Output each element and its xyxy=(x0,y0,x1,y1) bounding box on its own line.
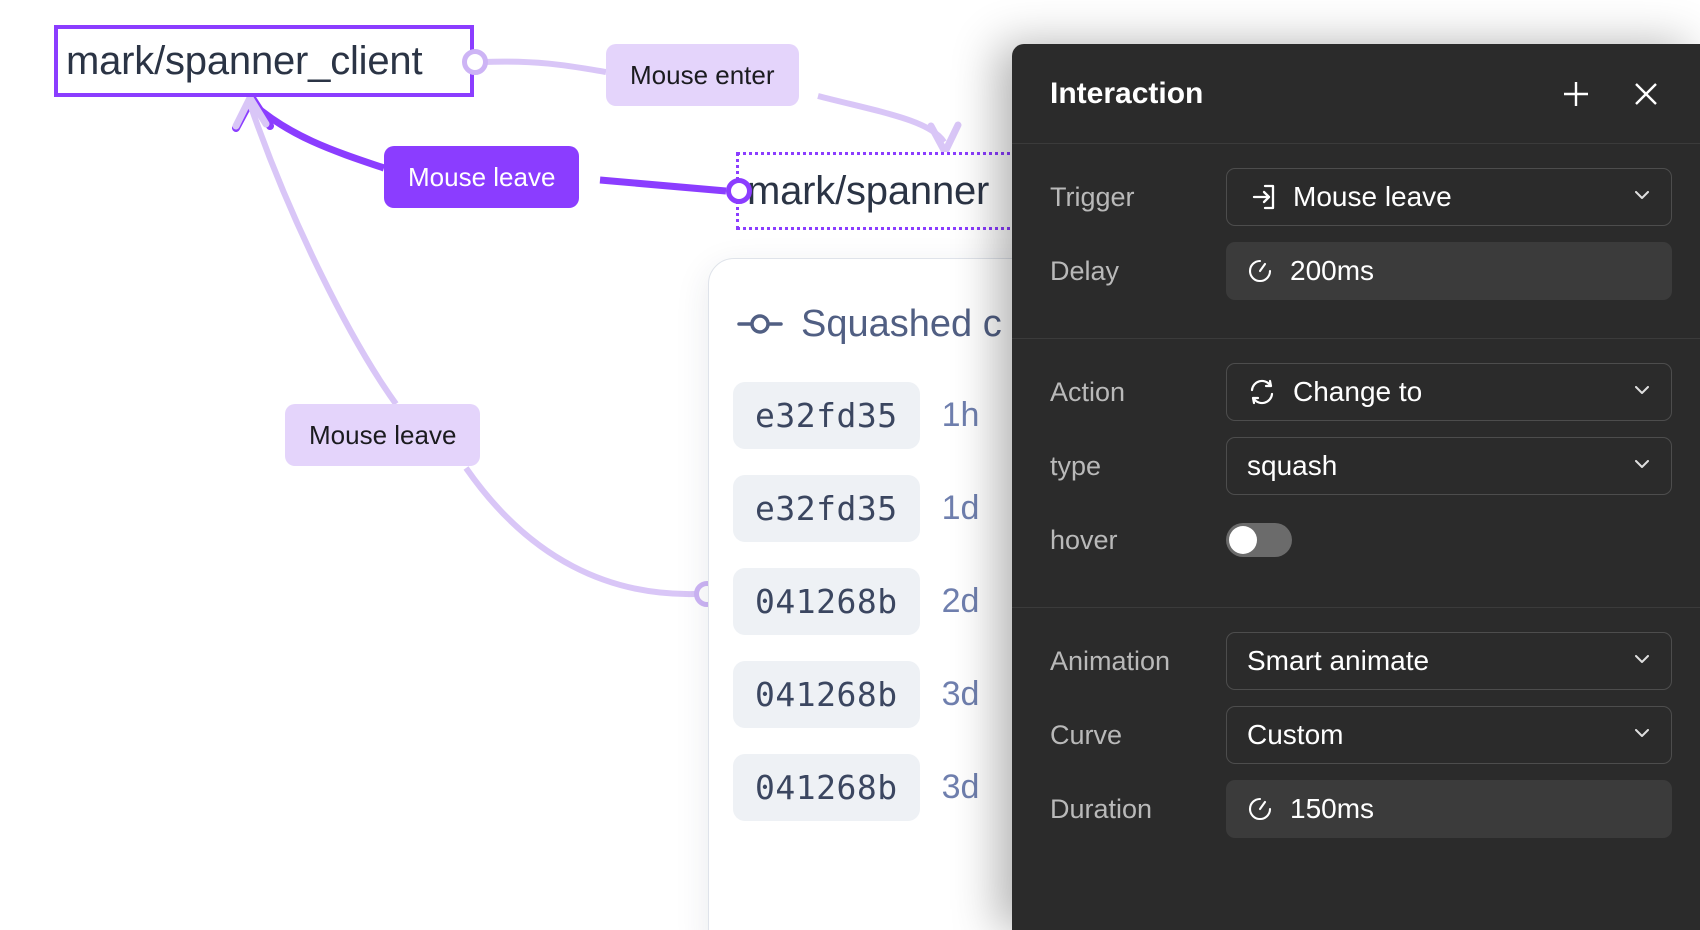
chevron-down-icon xyxy=(1631,719,1653,751)
hover-row: hover xyxy=(1050,511,1672,569)
badge-label: Mouse enter xyxy=(630,59,775,90)
commit-hash: e32fd35 xyxy=(733,382,920,449)
commit-time: 3d xyxy=(941,768,980,806)
chevron-down-icon xyxy=(1631,450,1653,482)
timer-icon xyxy=(1246,257,1274,285)
action-row: Action Change to xyxy=(1050,363,1672,421)
delay-value: 200ms xyxy=(1290,255,1375,286)
git-commit-icon xyxy=(737,303,783,346)
toggle-knob xyxy=(1229,526,1257,554)
node-label: mark/spanner xyxy=(747,168,990,213)
interaction-panel[interactable]: Interaction Trigger Mouse leave Delay 20… xyxy=(1012,44,1700,930)
duration-value: 150ms xyxy=(1290,793,1375,824)
node-mark-spanner-client[interactable]: mark/spanner_client xyxy=(54,25,474,97)
commit-hash: 041268b xyxy=(733,661,920,728)
type-row: type squash xyxy=(1050,437,1672,495)
type-label: type xyxy=(1050,450,1102,481)
duration-input[interactable]: 150ms xyxy=(1226,780,1672,838)
badge-mouse-enter[interactable]: Mouse enter xyxy=(606,44,799,106)
hover-toggle[interactable] xyxy=(1226,523,1292,557)
curve-value: Custom xyxy=(1247,719,1344,750)
duration-row: Duration 150ms xyxy=(1050,780,1672,838)
trigger-value: Mouse leave xyxy=(1293,181,1452,212)
commit-time: 3d xyxy=(941,675,980,713)
hover-label: hover xyxy=(1050,524,1118,555)
delay-row: Delay 200ms xyxy=(1050,242,1672,300)
badge-label: Mouse leave xyxy=(408,161,556,192)
add-interaction-button[interactable] xyxy=(1552,70,1600,118)
timer-icon xyxy=(1246,795,1274,823)
commit-time: 2d xyxy=(941,582,980,620)
curve-select[interactable]: Custom xyxy=(1226,706,1672,764)
port-client-right[interactable] xyxy=(462,49,488,75)
node-label: mark/spanner_client xyxy=(66,38,423,83)
commit-hash: 041268b xyxy=(733,754,920,821)
badge-label: Mouse leave xyxy=(309,419,457,450)
animation-value: Smart animate xyxy=(1247,645,1430,676)
close-icon[interactable] xyxy=(1622,70,1670,118)
badge-mouse-leave-selected[interactable]: Mouse leave xyxy=(384,146,580,208)
commit-time: 1d xyxy=(941,489,980,527)
commit-hash: e32fd35 xyxy=(733,475,920,542)
panel-header: Interaction xyxy=(1012,44,1700,144)
delay-input[interactable]: 200ms xyxy=(1226,242,1672,300)
chevron-down-icon xyxy=(1631,645,1653,677)
duration-label: Duration xyxy=(1050,793,1153,824)
animation-row: Animation Smart animate xyxy=(1050,632,1672,690)
animation-select[interactable]: Smart animate xyxy=(1226,632,1672,690)
commit-time: 1h xyxy=(941,396,980,434)
action-select[interactable]: Change to xyxy=(1226,363,1672,421)
action-label: Action xyxy=(1050,376,1126,407)
trigger-row: Trigger Mouse leave xyxy=(1050,168,1672,226)
type-value: squash xyxy=(1247,450,1338,481)
type-select[interactable]: squash xyxy=(1226,437,1672,495)
action-value: Change to xyxy=(1293,376,1423,407)
chevron-down-icon xyxy=(1631,376,1653,408)
badge-mouse-leave-2[interactable]: Mouse leave xyxy=(285,404,481,466)
animation-section: Animation Smart animate Curve Custom Dur… xyxy=(1012,608,1700,876)
curve-row: Curve Custom xyxy=(1050,706,1672,764)
animation-label: Animation xyxy=(1050,645,1171,676)
chevron-down-icon xyxy=(1631,181,1653,213)
port-spanner-left[interactable] xyxy=(726,178,752,204)
delay-label: Delay xyxy=(1050,255,1120,286)
trigger-select[interactable]: Mouse leave xyxy=(1226,168,1672,226)
action-section: Action Change to type squash hover xyxy=(1012,339,1700,607)
commit-hash: 041268b xyxy=(733,568,920,635)
change-to-icon xyxy=(1247,377,1277,407)
mouse-leave-icon xyxy=(1247,182,1277,212)
panel-title: Interaction xyxy=(1050,76,1204,110)
curve-label: Curve xyxy=(1050,719,1123,750)
commit-card-title: Squashed c xyxy=(801,303,1002,345)
trigger-label: Trigger xyxy=(1050,181,1135,212)
trigger-section: Trigger Mouse leave Delay 200ms xyxy=(1012,144,1700,338)
